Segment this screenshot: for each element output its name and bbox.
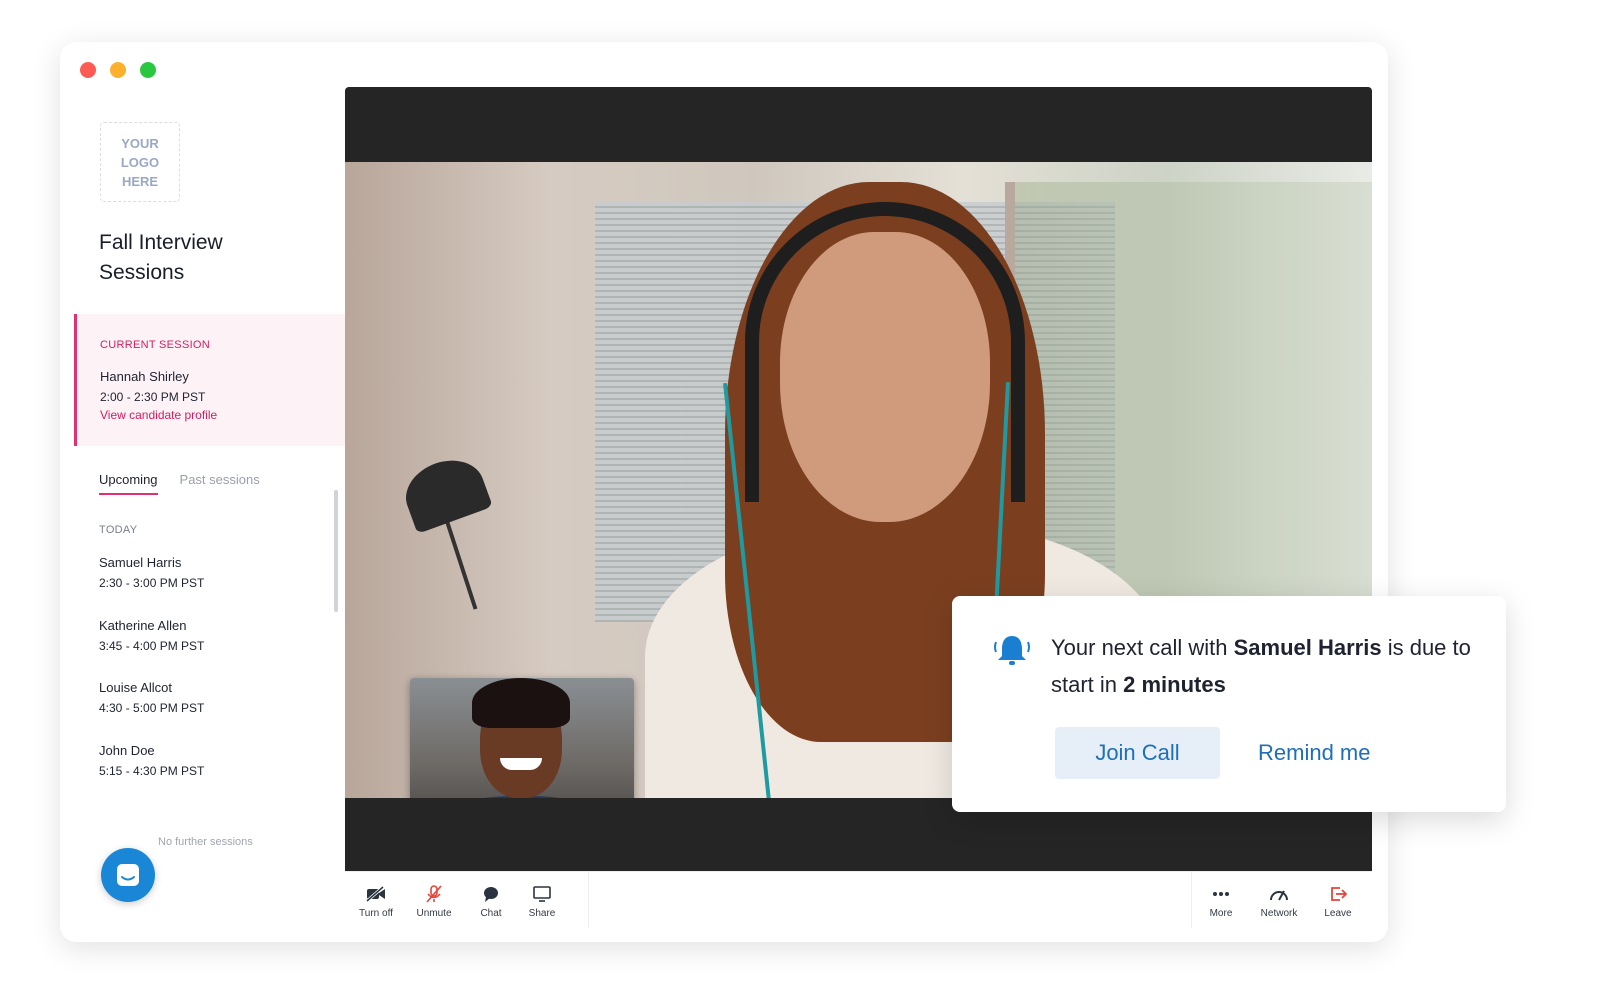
page-title: Fall Interview Sessions — [99, 231, 223, 284]
screen-share-icon — [533, 886, 551, 902]
list-item[interactable]: Samuel Harris 2:30 - 3:00 PM PST — [99, 554, 204, 617]
toolbar-label: Unmute — [416, 908, 452, 919]
current-session-time: 2:00 - 2:30 PM PST — [100, 390, 206, 404]
toolbar-label: Network — [1260, 908, 1298, 919]
toolbar-divider — [588, 872, 589, 928]
today-label: TODAY — [99, 524, 138, 536]
toolbar-label: Leave — [1324, 908, 1352, 919]
network-gauge-icon — [1270, 890, 1288, 901]
video-off-icon — [366, 885, 385, 903]
session-time: 4:30 - 5:00 PM PST — [99, 701, 205, 715]
current-session-name: Hannah Shirley — [100, 369, 189, 384]
bell-icon — [992, 632, 1032, 673]
session-name: John Doe — [99, 742, 155, 758]
chat-button[interactable]: Chat — [463, 884, 519, 919]
toolbar-label: Turn off — [359, 908, 393, 919]
sidebar-scrollbar[interactable] — [334, 490, 338, 612]
list-item[interactable]: Katherine Allen 3:45 - 4:00 PM PST — [99, 617, 204, 680]
session-time: 2:30 - 3:00 PM PST — [99, 576, 205, 590]
mic-off-icon — [426, 885, 442, 903]
share-screen-button[interactable]: Share — [514, 884, 570, 919]
view-candidate-profile-link[interactable]: View candidate profile — [100, 408, 217, 422]
list-item[interactable]: Louise Allcot 4:30 - 5:00 PM PST — [99, 679, 204, 742]
current-session-card: CURRENT SESSION Hannah Shirley 2:00 - 2:… — [74, 314, 345, 446]
leave-button[interactable]: Leave — [1310, 884, 1366, 919]
self-view-video[interactable] — [410, 678, 634, 798]
chat-bubble-icon — [484, 887, 498, 902]
toolbar-label: Chat — [480, 908, 502, 919]
unmute-button[interactable]: Unmute — [406, 884, 462, 919]
logo-line: YOUR — [121, 135, 159, 151]
notification-duration: 2 minutes — [1123, 672, 1226, 697]
chat-support-button[interactable] — [101, 848, 155, 902]
list-item[interactable]: John Doe 5:15 - 4:30 PM PST — [99, 742, 204, 805]
tab-upcoming[interactable]: Upcoming — [99, 472, 158, 495]
join-call-button[interactable]: Join Call — [1055, 727, 1220, 779]
sidebar: YOUR LOGO HERE Fall Interview Sessions C… — [60, 42, 345, 942]
session-name: Katherine Allen — [99, 617, 187, 633]
session-tabs: Upcoming Past sessions — [99, 472, 260, 495]
toolbar-label: Share — [528, 908, 556, 919]
self-view-hair — [472, 678, 570, 728]
remind-me-button[interactable]: Remind me — [1258, 727, 1370, 779]
logo-line: LOGO — [120, 154, 160, 170]
more-button[interactable]: More — [1193, 884, 1249, 919]
toolbar-label: More — [1209, 908, 1233, 919]
more-icon — [1213, 892, 1229, 896]
participant-headset — [745, 202, 1025, 502]
leave-icon — [1331, 887, 1348, 901]
network-button[interactable]: Network — [1251, 884, 1307, 919]
self-view-smile — [500, 758, 542, 770]
toolbar-divider — [1191, 872, 1192, 928]
notification-prefix: Your next call with — [1051, 635, 1234, 660]
session-time: 3:45 - 4:00 PM PST — [99, 638, 205, 653]
notification-message: Your next call with Samuel Harris is due… — [1051, 629, 1471, 703]
session-name: Louise Allcot — [99, 680, 172, 695]
no-further-sessions: No further sessions — [158, 836, 253, 848]
call-toolbar: Turn off Unmute Chat Share More Network … — [345, 871, 1372, 928]
tab-past-sessions[interactable]: Past sessions — [180, 472, 260, 495]
chat-widget-icon — [117, 864, 139, 886]
logo-placeholder: YOUR LOGO HERE — [100, 122, 180, 202]
current-session-label: CURRENT SESSION — [100, 339, 211, 351]
notification-person: Samuel Harris — [1233, 635, 1382, 660]
logo-line: HERE — [121, 173, 159, 189]
background-lamp — [397, 450, 493, 534]
session-list: Samuel Harris 2:30 - 3:00 PM PST Katheri… — [99, 554, 204, 804]
session-name: Samuel Harris — [99, 555, 182, 570]
turn-off-video-button[interactable]: Turn off — [348, 884, 404, 919]
session-time: 5:15 - 4:30 PM PST — [99, 763, 205, 778]
next-call-notification: Your next call with Samuel Harris is due… — [952, 596, 1506, 812]
